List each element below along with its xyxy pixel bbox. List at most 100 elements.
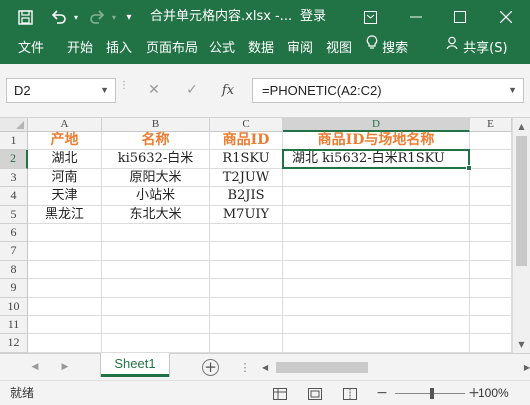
- cell-a6[interactable]: [28, 224, 102, 243]
- cell-c4[interactable]: B2JIS: [210, 187, 283, 206]
- cell-a9[interactable]: [28, 279, 102, 298]
- cell-c11[interactable]: [210, 316, 283, 335]
- zoom-out-icon[interactable]: −: [374, 381, 390, 405]
- cell-c12[interactable]: [210, 334, 283, 353]
- next-sheet-icon[interactable]: ▶: [56, 354, 74, 381]
- maximize-icon[interactable]: [438, 0, 482, 34]
- cell-b8[interactable]: [102, 260, 210, 280]
- page-layout-view-icon[interactable]: [305, 381, 325, 405]
- cell-b2[interactable]: ki5632-白米: [102, 150, 210, 169]
- cell-a2[interactable]: 湖北: [28, 150, 102, 169]
- cell-e6[interactable]: [470, 224, 512, 243]
- row-header-3[interactable]: 3: [0, 168, 28, 188]
- cell-a12[interactable]: [28, 334, 102, 353]
- formula-input[interactable]: =PHONETIC(A2:C2) ▼: [252, 78, 524, 103]
- row-header-7[interactable]: 7: [0, 242, 28, 261]
- cell-e2[interactable]: [470, 150, 512, 169]
- cell-b10[interactable]: [102, 297, 210, 316]
- share-button[interactable]: 共享(S): [446, 34, 508, 64]
- minimize-icon[interactable]: [394, 0, 438, 34]
- row-header-2[interactable]: 2: [0, 150, 28, 169]
- tab-review[interactable]: 审阅: [287, 34, 313, 64]
- cell-a4[interactable]: 天津: [28, 187, 102, 206]
- cell-b12[interactable]: [102, 334, 210, 353]
- cell-d11[interactable]: [283, 316, 470, 335]
- scroll-left-icon[interactable]: ◀: [262, 361, 268, 374]
- name-box[interactable]: D2 ▼: [6, 78, 116, 103]
- tab-view[interactable]: 视图: [326, 34, 352, 64]
- row-header-12[interactable]: 12: [0, 334, 28, 353]
- cell-e9[interactable]: [470, 279, 512, 298]
- tab-home[interactable]: 开始: [67, 34, 93, 64]
- login-button[interactable]: 登录: [300, 0, 326, 34]
- select-all-corner[interactable]: [0, 118, 28, 132]
- tab-formulas[interactable]: 公式: [209, 34, 235, 64]
- tab-split-handle[interactable]: ⋮: [236, 354, 254, 381]
- undo-dropdown-icon[interactable]: ▾: [70, 0, 82, 34]
- row-header-4[interactable]: 4: [0, 187, 28, 206]
- row-header-1[interactable]: 1: [0, 132, 28, 151]
- prev-sheet-icon[interactable]: ◀: [26, 354, 44, 381]
- column-header-d[interactable]: D: [283, 118, 470, 132]
- cell-b5[interactable]: 东北大米: [102, 205, 210, 224]
- cell-d2[interactable]: 湖北 ki5632-白米R1SKU: [283, 150, 470, 169]
- cell-e5[interactable]: [470, 205, 512, 224]
- undo-icon[interactable]: [48, 0, 70, 34]
- cell-b9[interactable]: [102, 279, 210, 298]
- column-header-e[interactable]: E: [470, 118, 512, 132]
- add-sheet-icon[interactable]: +: [202, 359, 219, 376]
- cell-d6[interactable]: [283, 224, 470, 243]
- row-header-6[interactable]: 6: [0, 224, 28, 243]
- row-header-9[interactable]: 9: [0, 279, 28, 298]
- row-header-8[interactable]: 8: [0, 260, 28, 280]
- cell-a10[interactable]: [28, 297, 102, 316]
- zoom-slider-knob[interactable]: [430, 388, 434, 399]
- cell-d9[interactable]: [283, 279, 470, 298]
- cell-b3[interactable]: 原阳大米: [102, 168, 210, 188]
- cell-c6[interactable]: [210, 224, 283, 243]
- cell-a3[interactable]: 河南: [28, 168, 102, 188]
- row-header-10[interactable]: 10: [0, 297, 28, 316]
- fill-handle[interactable]: [466, 164, 472, 171]
- row-header-11[interactable]: 11: [0, 316, 28, 335]
- cell-d10[interactable]: [283, 297, 470, 316]
- cell-c2[interactable]: R1SKU: [210, 150, 283, 169]
- cell-b7[interactable]: [102, 242, 210, 261]
- cell-a1[interactable]: 产地: [28, 132, 102, 151]
- cell-c10[interactable]: [210, 297, 283, 316]
- cell-d8[interactable]: [283, 260, 470, 280]
- cell-e1[interactable]: [470, 132, 512, 151]
- cell-b4[interactable]: 小站米: [102, 187, 210, 206]
- cell-d3[interactable]: [283, 168, 470, 188]
- scroll-right-icon[interactable]: ▶: [524, 361, 530, 374]
- tab-page-layout[interactable]: 页面布局: [146, 34, 198, 64]
- cell-a11[interactable]: [28, 316, 102, 335]
- cell-c9[interactable]: [210, 279, 283, 298]
- cell-e10[interactable]: [470, 297, 512, 316]
- vertical-scrollbar[interactable]: ▲ ▼: [512, 118, 530, 353]
- cell-e8[interactable]: [470, 260, 512, 280]
- cell-e11[interactable]: [470, 316, 512, 335]
- cancel-icon[interactable]: ✕: [142, 78, 166, 103]
- cell-b11[interactable]: [102, 316, 210, 335]
- insert-function-button[interactable]: fx: [216, 78, 240, 103]
- cell-b6[interactable]: [102, 224, 210, 243]
- cell-d4[interactable]: [283, 187, 470, 206]
- scroll-up-icon[interactable]: ▲: [513, 118, 530, 135]
- scroll-down-icon[interactable]: ▼: [513, 336, 530, 353]
- cell-c1[interactable]: 商品ID: [210, 132, 283, 151]
- vertical-scroll-thumb[interactable]: [516, 136, 527, 266]
- customize-toolbar-icon[interactable]: ▾: [122, 0, 136, 34]
- horizontal-scroll-thumb[interactable]: [276, 362, 368, 373]
- row-header-5[interactable]: 5: [0, 205, 28, 224]
- horizontal-scrollbar[interactable]: ◀ ▶: [262, 361, 530, 374]
- column-header-a[interactable]: A: [28, 118, 102, 132]
- cell-b1[interactable]: 名称: [102, 132, 210, 151]
- expand-formula-icon[interactable]: ▼: [508, 79, 517, 102]
- cell-e12[interactable]: [470, 334, 512, 353]
- redo-icon[interactable]: [86, 0, 108, 34]
- tab-insert[interactable]: 插入: [106, 34, 132, 64]
- enter-icon[interactable]: ✓: [180, 78, 204, 103]
- cell-c7[interactable]: [210, 242, 283, 261]
- cell-e7[interactable]: [470, 242, 512, 261]
